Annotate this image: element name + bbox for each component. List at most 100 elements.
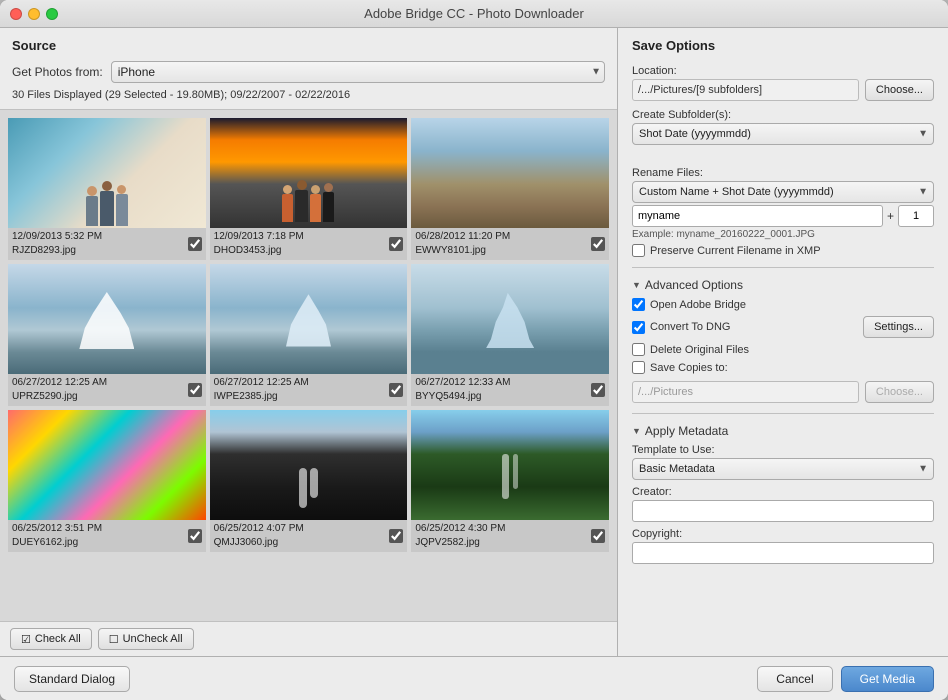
copyright-label: Copyright: [632,528,934,540]
advanced-options-toggle[interactable]: ▼ Advanced Options [632,278,934,292]
uncheck-icon: ☐ [109,633,119,646]
triangle-icon-2: ▼ [632,426,641,436]
photo-info: 06/25/2012 4:30 PM JQPV2582.jpg [411,520,609,552]
location-path: /.../Pictures/[9 subfolders] [632,79,859,101]
photo-thumb [411,264,609,374]
dng-settings-button[interactable]: Settings... [863,316,934,338]
list-item: 12/09/2013 5:32 PM RJZD8293.jpg [8,118,206,260]
advanced-options-section: ▼ Advanced Options Open Adobe Bridge Con… [632,278,934,403]
photo-info: 06/25/2012 4:07 PM QMJJ3060.jpg [210,520,408,552]
photo-grid: 12/09/2013 5:32 PM RJZD8293.jpg [0,110,617,621]
convert-dng-label: Convert To DNG [650,321,731,333]
photo-info: 12/09/2013 5:32 PM RJZD8293.jpg [8,228,206,260]
photo-thumb [8,410,206,520]
list-item: 12/09/2013 7:18 PM DHOD3453.jpg [210,118,408,260]
window-footer: Standard Dialog Cancel Get Media [0,656,948,700]
photo-date: 12/09/2013 5:32 PM [12,230,188,244]
check-icon: ☑ [21,633,31,646]
convert-dng-checkbox[interactable] [632,321,645,334]
preserve-xmp-checkbox[interactable] [632,244,645,257]
template-label: Template to Use: [632,444,934,456]
photo-thumb [411,118,609,228]
traffic-lights [10,8,58,20]
uncheck-all-button[interactable]: ☐ UnCheck All [98,628,194,650]
get-media-button[interactable]: Get Media [841,666,934,692]
apply-metadata-label: Apply Metadata [645,424,728,438]
maximize-button[interactable] [46,8,58,20]
photo-date: 06/25/2012 4:30 PM [415,522,591,536]
apply-metadata-toggle[interactable]: ▼ Apply Metadata [632,424,934,438]
delete-originals-row: Delete Original Files [632,343,934,356]
photo-checkbox[interactable] [591,383,605,397]
photo-date: 06/27/2012 12:33 AM [415,376,591,390]
photo-date: 06/28/2012 11:20 PM [415,230,591,244]
copyright-input[interactable] [632,542,934,564]
location-label: Location: [632,65,934,77]
check-all-button[interactable]: ☑ Check All [10,628,92,650]
rename-dropdown-row: Custom Name + Shot Date (yyyymmdd) ▼ [632,181,934,203]
preserve-xmp-row: Preserve Current Filename in XMP [632,244,934,257]
open-bridge-checkbox[interactable] [632,298,645,311]
rename-number-input[interactable] [898,205,934,227]
rename-select[interactable]: Custom Name + Shot Date (yyyymmdd) [632,181,934,203]
source-section: Source Get Photos from: iPhone ▼ 30 File… [0,28,617,110]
photo-checkbox[interactable] [591,529,605,543]
save-copies-checkbox[interactable] [632,361,645,374]
location-choose-button[interactable]: Choose... [865,79,934,101]
photo-checkbox[interactable] [188,529,202,543]
photo-checkbox[interactable] [389,237,403,251]
copies-path: /.../Pictures [632,381,859,403]
photo-thumb [411,410,609,520]
left-panel: Source Get Photos from: iPhone ▼ 30 File… [0,28,618,656]
open-bridge-row: Open Adobe Bridge [632,298,934,311]
close-button[interactable] [10,8,22,20]
main-window: Adobe Bridge CC - Photo Downloader Sourc… [0,0,948,700]
template-dropdown-row: Basic Metadata ▼ [632,458,934,480]
photo-checkbox[interactable] [188,383,202,397]
apply-metadata-section: ▼ Apply Metadata Template to Use: Basic … [632,424,934,564]
location-section: Location: /.../Pictures/[9 subfolders] C… [632,65,934,101]
location-row: /.../Pictures/[9 subfolders] Choose... [632,79,934,101]
file-info: 30 Files Displayed (29 Selected - 19.80M… [12,89,605,101]
preserve-xmp-label: Preserve Current Filename in XMP [650,245,821,257]
template-select[interactable]: Basic Metadata [632,458,934,480]
spacer [632,153,934,159]
delete-originals-label: Delete Original Files [650,344,749,356]
open-bridge-label: Open Adobe Bridge [650,299,746,311]
check-all-label: Check All [35,633,81,645]
source-select[interactable]: iPhone [111,61,605,83]
rename-plus: + [887,209,894,223]
footer-right: Cancel Get Media [757,666,934,692]
photo-date: 12/09/2013 7:18 PM [214,230,390,244]
right-panel: Save Options Location: /.../Pictures/[9 … [618,28,948,656]
advanced-options-label: Advanced Options [645,278,743,292]
subfolder-dropdown-row: Shot Date (yyyymmdd) ▼ [632,123,934,145]
example-text: Example: myname_20160222_0001.JPG [632,229,934,240]
subfolder-label: Create Subfolder(s): [632,109,934,121]
apply-metadata-content: Template to Use: Basic Metadata ▼ Creato… [632,444,934,564]
get-photos-label: Get Photos from: [12,65,103,79]
triangle-icon: ▼ [632,280,641,290]
delete-originals-checkbox[interactable] [632,343,645,356]
photo-checkbox[interactable] [188,237,202,251]
photo-checkbox[interactable] [591,237,605,251]
copies-path-row: /.../Pictures Choose... [632,381,934,403]
copies-choose-button[interactable]: Choose... [865,381,934,403]
minimize-button[interactable] [28,8,40,20]
standard-dialog-button[interactable]: Standard Dialog [14,666,130,692]
list-item: 06/25/2012 4:30 PM JQPV2582.jpg [411,410,609,552]
source-row: Get Photos from: iPhone ▼ [12,61,605,83]
bottom-buttons: ☑ Check All ☐ UnCheck All [0,621,617,656]
photo-checkbox[interactable] [389,529,403,543]
source-title: Source [12,38,605,53]
subfolder-select[interactable]: Shot Date (yyyymmdd) [632,123,934,145]
save-copies-row: Save Copies to: [632,361,934,374]
creator-input[interactable] [632,500,934,522]
photo-checkbox[interactable] [389,383,403,397]
uncheck-all-label: UnCheck All [123,633,183,645]
template-section: Template to Use: Basic Metadata ▼ [632,444,934,480]
rename-input[interactable] [632,205,883,227]
photo-filename: QMJJ3060.jpg [214,536,390,550]
main-content: Source Get Photos from: iPhone ▼ 30 File… [0,28,948,656]
cancel-button[interactable]: Cancel [757,666,832,692]
